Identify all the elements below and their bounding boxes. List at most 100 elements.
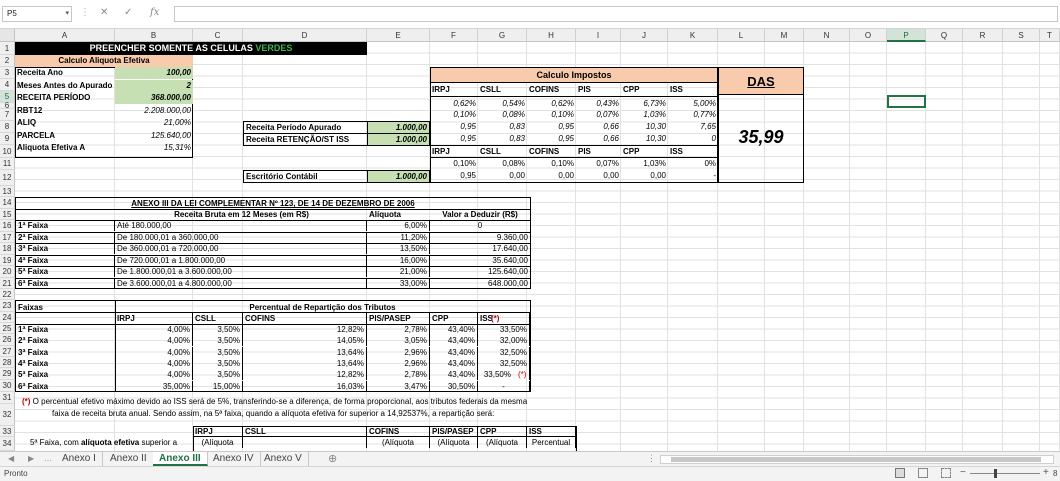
normal-view-icon[interactable] [895,468,905,478]
column-header-j[interactable]: J [621,29,668,42]
column-header-h[interactable]: H [527,29,576,42]
row-header-1[interactable]: 1 [0,42,15,55]
row-header-25[interactable]: 25 [0,323,15,334]
impostos-headers-cell: ISS [670,85,683,94]
cancel-icon[interactable]: ✕ [100,7,108,18]
column-header-e[interactable]: E [367,29,430,42]
next-sheet-icon[interactable]: ▶ [28,454,34,463]
row-header-28[interactable]: 28 [0,357,15,368]
column-header-f[interactable]: F [430,29,478,42]
reparticao-header-star: (*) [491,314,500,323]
column-gridline [1039,42,1040,451]
aliquota-value[interactable]: 368.000,00 [115,92,193,104]
impostos-row-f-cell: 0,00 [650,171,666,180]
more-sheets-icon[interactable]: … [44,454,52,463]
escritorio-input[interactable]: 1.000,00 [367,170,430,183]
row-header-7[interactable]: 7 [0,109,15,121]
row-header-21[interactable]: 21 [0,278,15,289]
row-header-10[interactable]: 10 [0,145,15,158]
reparticao-value: 3,50% [193,324,243,335]
reparticao-value: 13,64% [243,346,367,358]
column-header-r[interactable]: R [963,29,1003,42]
row-header-8[interactable]: 8 [0,121,15,133]
prev-sheet-icon[interactable]: ◀ [8,454,14,463]
row-header-4[interactable]: 4 [0,79,15,91]
zoom-slider-thumb[interactable] [994,469,997,478]
row-header-26[interactable]: 26 [0,334,15,346]
row-header-2[interactable]: 2 [0,55,15,67]
row-header-13[interactable]: 13 [0,186,15,197]
tab-anexo-v[interactable]: Anexo V [258,452,309,466]
row-header-11[interactable]: 11 [0,158,15,170]
zoom-slider[interactable] [970,473,1040,474]
column-header-b[interactable]: B [115,29,193,42]
scrollbar-thumb[interactable] [671,457,1041,462]
impostos-row-e-cell: 0,10% [551,159,574,168]
column-header-n[interactable]: N [804,29,850,42]
anexo-deduzir: 125.640,00 [487,267,528,276]
column-header-p[interactable]: P [887,29,926,42]
aliquota-value[interactable]: 100,00 [115,67,193,79]
row-header-24[interactable]: 24 [0,312,15,323]
column-header-t[interactable]: T [1040,29,1060,42]
selected-cell[interactable] [887,95,926,108]
column-header-o[interactable]: O [850,29,887,42]
reparticao-header: ISS [478,313,530,324]
tab-anexo-iv[interactable]: Anexo IV [207,452,261,466]
impostos-row-c-cell: 0,95 [558,122,574,131]
row-header-3[interactable]: 3 [0,67,15,79]
chevron-down-icon[interactable]: ▾ [65,9,69,17]
column-header-l[interactable]: L [718,29,765,42]
row-header-18[interactable]: 18 [0,243,15,255]
enter-icon[interactable]: ✓ [124,7,132,18]
zoom-in-icon[interactable]: + [1043,467,1049,478]
row-header-34[interactable]: 34 [0,437,15,451]
row-header-30[interactable]: 30 [0,380,15,392]
column-header-m[interactable]: M [765,29,804,42]
row-header-16[interactable]: 16 [0,220,15,232]
tab-anexo-i[interactable]: Anexo I [56,452,103,466]
tab-split-icon[interactable]: ⋮ [647,453,656,464]
column-header-k[interactable]: K [668,29,718,42]
horizontal-scrollbar[interactable] [660,455,1054,464]
row-header-12[interactable]: 12 [0,170,15,186]
row-header-32[interactable]: 32 [0,404,15,426]
row-header-9[interactable]: 9 [0,133,15,145]
row-header-15[interactable]: 15 [0,209,15,220]
row-header-22[interactable]: 22 [0,289,15,300]
tab-anexo-ii[interactable]: Anexo II [104,452,154,466]
row-header-23[interactable]: 23 [0,300,15,312]
row-header-19[interactable]: 19 [0,255,15,266]
column-gridline [849,42,850,451]
row-header-29[interactable]: 29 [0,368,15,380]
add-sheet-icon[interactable]: ⊕ [328,452,337,465]
column-header-g[interactable]: G [478,29,527,42]
column-header-a[interactable]: A [15,29,115,42]
status-mode: Pronto [4,469,28,478]
retencao-input[interactable]: 1.000,00 [367,133,430,146]
column-header-q[interactable]: Q [926,29,963,42]
tab-anexo-iii[interactable]: Anexo III [153,452,208,466]
select-all-corner[interactable] [0,29,15,42]
page-break-icon[interactable] [941,468,951,478]
column-header-c[interactable]: C [193,29,243,42]
page-layout-icon[interactable] [918,468,928,478]
row-header-27[interactable]: 27 [0,346,15,357]
insert-function-icon[interactable]: fx [150,7,159,18]
row-header-31[interactable]: 31 [0,392,15,404]
anexo-faixa: 1ª Faixa [16,220,115,231]
formula-input[interactable] [174,6,1058,22]
name-box[interactable]: P5 ▾ [2,6,72,22]
aliquota-value[interactable]: 2 [115,79,193,92]
row-header-20[interactable]: 20 [0,266,15,278]
column-header-d[interactable]: D [243,29,367,42]
row-header-17[interactable]: 17 [0,232,15,243]
impostos-row-b-cell: 1,03% [643,110,666,119]
row-header-33[interactable]: 33 [0,426,15,437]
column-header-s[interactable]: S [1003,29,1040,42]
zoom-out-icon[interactable]: − [960,467,966,478]
column-header-i[interactable]: I [576,29,621,42]
impostos-row-a-cell: 6,73% [643,99,666,108]
anexo-aliquota: 21,00% [367,266,430,277]
row-header-14[interactable]: 14 [0,197,15,209]
